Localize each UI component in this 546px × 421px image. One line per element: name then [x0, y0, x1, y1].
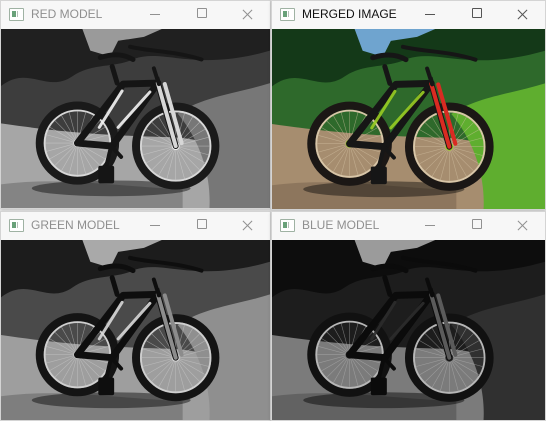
green-model-title: GREEN MODEL: [31, 218, 120, 232]
app-window-icon: [280, 8, 295, 21]
red-model-bike-image: [1, 29, 270, 208]
merged-image-title: MERGED IMAGE: [302, 7, 397, 21]
maximize-icon[interactable]: [183, 213, 221, 238]
minimize-icon[interactable]: [412, 2, 450, 27]
red-model-image-panel: [1, 29, 270, 208]
maximize-icon[interactable]: [183, 2, 221, 27]
blue-model-window[interactable]: BLUE MODEL: [271, 211, 546, 421]
green-model-title-bar[interactable]: GREEN MODEL: [1, 212, 270, 242]
merged-image-title-bar[interactable]: MERGED IMAGE: [272, 1, 545, 31]
blue-model-bike-image: [272, 240, 545, 420]
kickstand-block: [370, 166, 387, 185]
merged-bike-image: [272, 29, 545, 209]
merged-image-panel: [272, 29, 545, 209]
minimize-icon[interactable]: [137, 2, 175, 27]
close-icon[interactable]: [504, 2, 542, 27]
close-icon[interactable]: [229, 213, 267, 238]
blue-model-title-bar[interactable]: BLUE MODEL: [272, 212, 545, 242]
red-model-title: RED MODEL: [31, 7, 103, 21]
app-window-icon: [9, 8, 24, 21]
minimize-icon[interactable]: [412, 213, 450, 238]
app-window-icon: [280, 219, 295, 232]
maximize-icon[interactable]: [458, 2, 496, 27]
merged-image-window[interactable]: MERGED IMAGE: [271, 0, 546, 210]
kickstand-block: [98, 377, 115, 396]
red-model-title-bar[interactable]: RED MODEL: [1, 1, 270, 31]
minimize-icon[interactable]: [137, 213, 175, 238]
blue-model-image-panel: [272, 240, 545, 420]
green-model-bike-image: [1, 240, 270, 420]
blue-model-title: BLUE MODEL: [302, 218, 380, 232]
kickstand-block: [370, 377, 387, 396]
red-model-window[interactable]: RED MODEL: [0, 0, 271, 209]
close-icon[interactable]: [229, 2, 267, 27]
maximize-icon[interactable]: [458, 213, 496, 238]
app-window-icon: [9, 219, 24, 232]
desktop-workspace: RED MODEL MERGED IMAGE GREEN MODEL BLUE …: [0, 0, 546, 421]
close-icon[interactable]: [504, 213, 542, 238]
kickstand-block: [98, 165, 115, 184]
green-model-image-panel: [1, 240, 270, 420]
green-model-window[interactable]: GREEN MODEL: [0, 211, 271, 421]
